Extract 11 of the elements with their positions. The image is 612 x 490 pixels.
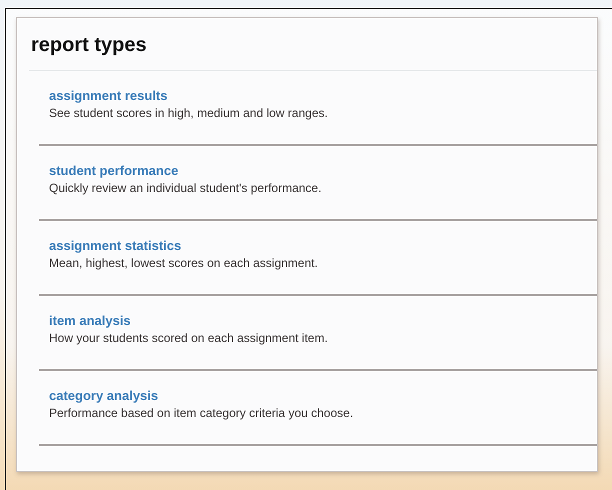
report-link[interactable]: item analysis bbox=[49, 313, 131, 328]
report-description: Performance based on item category criteria you choose. bbox=[49, 406, 354, 420]
report-link[interactable]: student performance bbox=[49, 163, 178, 178]
panel-title: report types bbox=[29, 30, 597, 71]
report-description: How your students scored on each assignment item. bbox=[49, 331, 328, 345]
report-description: See student scores in high, medium and low ranges. bbox=[49, 106, 328, 120]
report-link[interactable]: assignment statistics bbox=[49, 238, 182, 253]
report-description: Mean, highest, lowest scores on each assignment. bbox=[49, 256, 318, 270]
report-link[interactable]: category analysis bbox=[49, 388, 158, 403]
report-description: Quickly review an individual student's performance. bbox=[49, 181, 322, 195]
report-link[interactable]: assignment results bbox=[49, 88, 168, 103]
